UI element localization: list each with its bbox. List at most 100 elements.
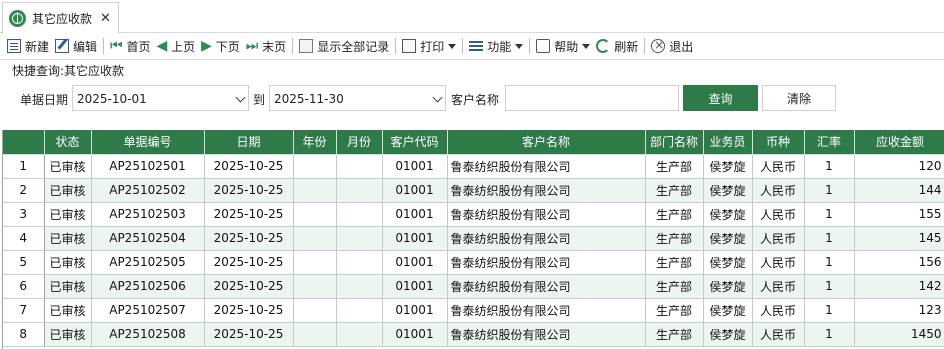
table-row[interactable]: 8 已审核 AP25102508 2025-10-25 01001 鲁泰纺织股份有限公司生… [3,322,944,347]
status-cell[interactable]: 已审核 [44,274,92,299]
year-cell[interactable] [293,250,337,275]
amount-cell[interactable]: 120 [854,154,944,179]
column-header[interactable]: 月份 [336,130,383,155]
date-to-picker[interactable]: 2025-11-30 [269,85,446,111]
customer-code-cell[interactable]: 01001 [382,202,448,227]
status-cell[interactable]: 已审核 [44,226,92,251]
customer-code-cell[interactable]: 01001 [382,274,448,299]
date-cell[interactable]: 2025-10-25 [204,202,294,227]
customer-name-cell[interactable]: 鲁泰纺织股份有限公司 [447,298,646,323]
salesman-cell[interactable]: 侯梦旋 [703,226,753,251]
customer-name-cell[interactable]: 鲁泰纺织股份有限公司 [447,322,646,347]
exchange-rate-cell[interactable]: 1 [804,178,855,203]
month-cell[interactable] [336,250,383,275]
column-header[interactable]: 业务员 [703,130,753,155]
exchange-rate-cell[interactable]: 1 [804,250,855,275]
department-cell[interactable]: 生产部 [645,178,704,203]
amount-cell[interactable]: 155 [854,202,944,227]
salesman-cell[interactable]: 侯梦旋 [703,202,753,227]
currency-cell[interactable]: 人民币 [752,226,805,251]
department-cell[interactable]: 生产部 [645,202,704,227]
row-number-cell[interactable]: 8 [3,322,45,347]
doc-number-cell[interactable]: AP25102502 [91,178,205,203]
month-cell[interactable] [336,178,383,203]
status-cell[interactable]: 已审核 [44,202,92,227]
month-cell[interactable] [336,154,383,179]
doc-number-cell[interactable]: AP25102508 [91,322,205,347]
year-cell[interactable] [293,298,337,323]
department-cell[interactable]: 生产部 [645,250,704,275]
table-row[interactable]: 5 已审核 AP25102505 2025-10-25 01001 鲁泰纺织股份有限公司生… [3,250,944,275]
exchange-rate-cell[interactable]: 1 [804,226,855,251]
doc-number-cell[interactable]: AP25102507 [91,298,205,323]
search-button[interactable]: 查询 [683,85,758,111]
date-cell[interactable]: 2025-10-25 [204,250,294,275]
tab-other-receivables[interactable]: 其它应收款 ✕ [2,2,119,34]
date-cell[interactable]: 2025-10-25 [204,322,294,347]
function-menu-button[interactable]: 功能 [466,35,526,57]
amount-cell[interactable]: 142 [854,274,944,299]
row-number-cell[interactable]: 3 [3,202,45,227]
customer-code-cell[interactable]: 01001 [382,226,448,251]
column-header[interactable]: 年份 [293,130,337,155]
chevron-down-icon[interactable] [432,92,443,103]
month-cell[interactable] [336,226,383,251]
currency-cell[interactable]: 人民币 [752,298,805,323]
department-cell[interactable]: 生产部 [645,322,704,347]
column-header[interactable]: 日期 [204,130,294,155]
date-from-picker[interactable]: 2025-10-01 [72,85,249,111]
table-row[interactable]: 3 已审核 AP25102503 2025-10-25 01001 鲁泰纺织股份有限公司生… [3,202,944,227]
customer-code-cell[interactable]: 01001 [382,298,448,323]
amount-cell[interactable]: 1450 [854,322,944,347]
row-number-cell[interactable]: 7 [3,298,45,323]
next-page-button[interactable]: ▶ 下页 [198,35,243,57]
salesman-cell[interactable]: 侯梦旋 [703,322,753,347]
last-page-button[interactable]: ⏭ 末页 [243,35,289,57]
table-row[interactable]: 4 已审核 AP25102504 2025-10-25 01001 鲁泰纺织股份有限公司生… [3,226,944,251]
month-cell[interactable] [336,322,383,347]
year-cell[interactable] [293,178,337,203]
status-cell[interactable]: 已审核 [44,250,92,275]
year-cell[interactable] [293,202,337,227]
department-cell[interactable]: 生产部 [645,154,704,179]
salesman-cell[interactable]: 侯梦旋 [703,154,753,179]
column-header[interactable]: 币种 [752,130,805,155]
year-cell[interactable] [293,274,337,299]
edit-button[interactable]: 编辑 [52,35,100,57]
doc-number-cell[interactable]: AP25102504 [91,226,205,251]
customer-name-cell[interactable]: 鲁泰纺织股份有限公司 [447,274,646,299]
customer-name-cell[interactable]: 鲁泰纺织股份有限公司 [447,226,646,251]
customer-name-cell[interactable]: 鲁泰纺织股份有限公司 [447,202,646,227]
row-number-cell[interactable]: 5 [3,250,45,275]
date-cell[interactable]: 2025-10-25 [204,274,294,299]
currency-cell[interactable]: 人民币 [752,154,805,179]
show-all-button[interactable]: 显示全部记录 [296,35,392,57]
salesman-cell[interactable]: 侯梦旋 [703,298,753,323]
column-header[interactable]: 客户名称 [447,130,646,155]
currency-cell[interactable]: 人民币 [752,250,805,275]
amount-cell[interactable]: 144 [854,178,944,203]
currency-cell[interactable]: 人民币 [752,178,805,203]
doc-number-cell[interactable]: AP25102501 [91,154,205,179]
tab-close-icon[interactable]: ✕ [100,11,111,26]
chevron-down-icon[interactable] [235,92,246,103]
status-cell[interactable]: 已审核 [44,178,92,203]
help-menu-button[interactable]: 帮助 [533,35,593,57]
doc-number-cell[interactable]: AP25102503 [91,202,205,227]
date-cell[interactable]: 2025-10-25 [204,178,294,203]
exit-button[interactable]: 退出 [648,35,696,57]
table-row[interactable]: 1 已审核 AP25102501 2025-10-25 01001 鲁泰纺织股份有限公司生… [3,154,944,179]
department-cell[interactable]: 生产部 [645,298,704,323]
year-cell[interactable] [293,154,337,179]
row-number-cell[interactable]: 6 [3,274,45,299]
customer-name-cell[interactable]: 鲁泰纺织股份有限公司 [447,178,646,203]
exchange-rate-cell[interactable]: 1 [804,298,855,323]
amount-cell[interactable]: 123 [854,298,944,323]
month-cell[interactable] [336,298,383,323]
first-page-button[interactable]: ⏮ 首页 [107,35,153,57]
department-cell[interactable]: 生产部 [645,274,704,299]
customer-code-cell[interactable]: 01001 [382,250,448,275]
customer-name-input[interactable] [505,85,679,111]
currency-cell[interactable]: 人民币 [752,322,805,347]
print-button[interactable]: 打印 [399,35,459,57]
